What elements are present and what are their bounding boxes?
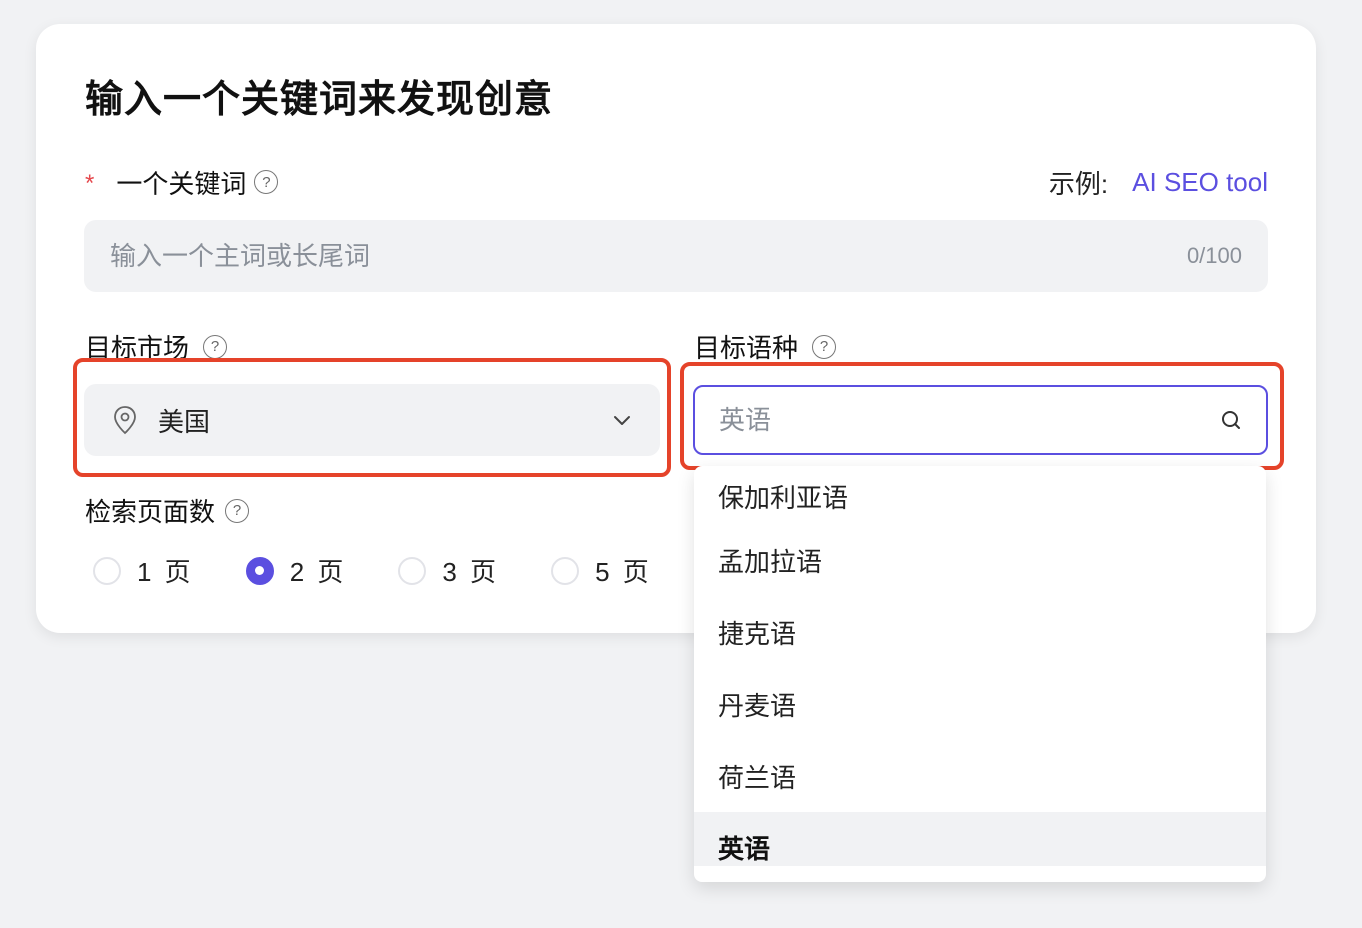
dropdown-option[interactable]: 丹麦语 <box>694 668 1266 740</box>
help-icon[interactable]: ? <box>812 334 837 359</box>
keyword-label: 一个关键词 <box>116 168 247 199</box>
search-pages-label-text: 检索页面数 <box>85 497 216 527</box>
dropdown-option[interactable]: 荷兰语 <box>694 740 1266 812</box>
dropdown-option[interactable]: 保加利亚语 <box>694 466 1266 524</box>
search-pages-radio-group: 1 页 2 页 3 页 5 页 <box>93 552 704 589</box>
language-dropdown-menu: 保加利亚语 孟加拉语 捷克语 丹麦语 荷兰语 英语 <box>694 466 1266 882</box>
search-pages-label: 检索页面数 ? <box>85 492 250 529</box>
radio-label: 1 页 <box>137 557 194 587</box>
page-title: 输入一个关键词来发现创意 <box>85 79 554 121</box>
keyword-input-wrapper: 0/100 <box>84 220 1268 292</box>
highlight-box-language <box>680 362 1284 470</box>
radio-button-checked[interactable] <box>245 556 274 585</box>
dropdown-option[interactable]: 孟加拉语 <box>694 524 1266 596</box>
radio-button[interactable] <box>551 556 580 585</box>
help-icon[interactable]: ? <box>225 498 250 523</box>
dropdown-option-active[interactable]: 英语 <box>694 812 1266 866</box>
keyword-label-row: * 一个关键词 ? 示例: AI SEO tool <box>85 162 1268 202</box>
radio-label: 3 页 <box>442 557 500 587</box>
radio-option-2-pages[interactable]: 2 页 <box>245 552 347 589</box>
target-language-label: 目标语种 ? <box>694 328 837 365</box>
help-icon[interactable]: ? <box>254 170 279 194</box>
example-link[interactable]: AI SEO tool <box>1132 167 1268 198</box>
radio-option-5-pages[interactable]: 5 页 <box>551 552 652 589</box>
target-language-label-text: 目标语种 <box>694 333 799 363</box>
radio-button[interactable] <box>93 556 121 585</box>
character-counter: 0/100 <box>1186 243 1242 268</box>
radio-button[interactable] <box>398 556 427 585</box>
radio-label: 2 页 <box>289 557 347 587</box>
help-icon[interactable]: ? <box>203 334 228 359</box>
dropdown-option[interactable]: 捷克语 <box>694 596 1266 668</box>
radio-option-3-pages[interactable]: 3 页 <box>398 552 499 589</box>
example-label: 示例: <box>1048 168 1109 199</box>
highlight-box-market <box>73 358 671 477</box>
required-mark: * <box>85 170 95 197</box>
radio-label: 5 页 <box>595 557 652 587</box>
radio-option-1-page[interactable]: 1 页 <box>93 552 194 589</box>
keyword-input[interactable] <box>110 240 1187 272</box>
example: 示例: AI SEO tool <box>1049 164 1268 201</box>
